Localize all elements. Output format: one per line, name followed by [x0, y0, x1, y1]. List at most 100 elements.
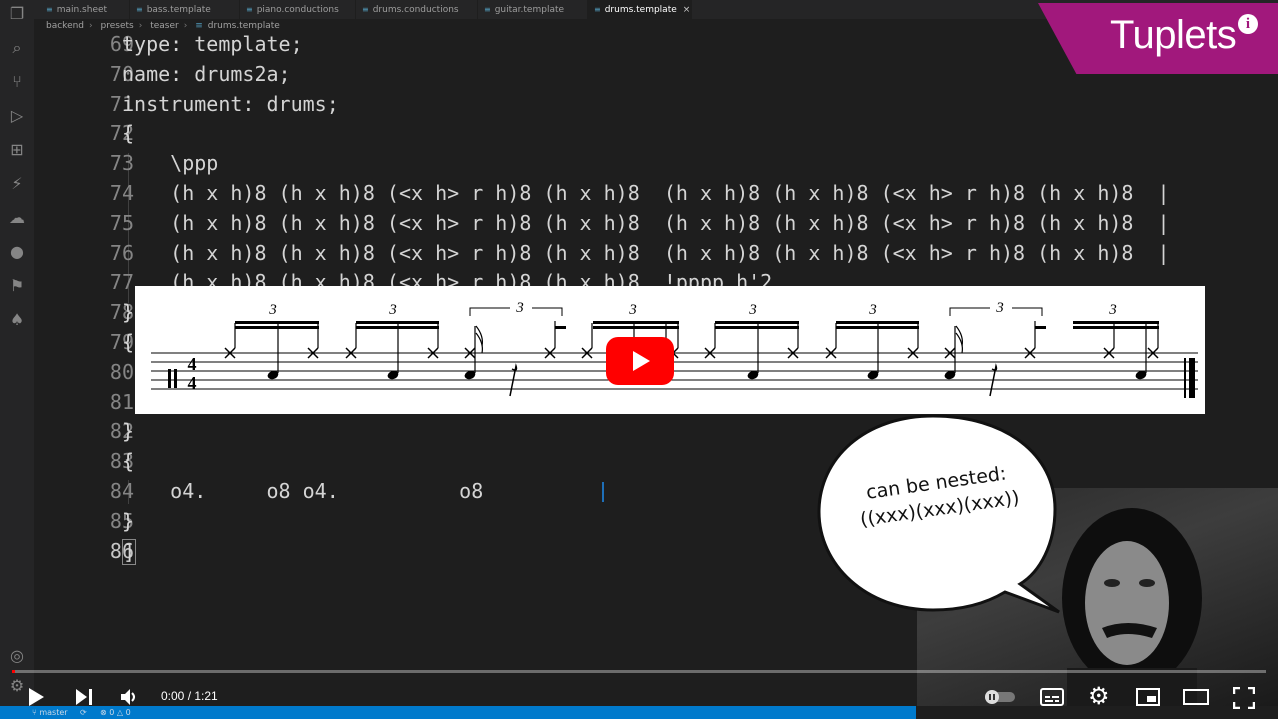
- warning-count: 0: [125, 708, 131, 717]
- code-line[interactable]: {: [122, 121, 134, 145]
- docker-icon[interactable]: ☁: [7, 208, 27, 228]
- file-icon: ≡: [362, 5, 369, 14]
- run-debug-icon[interactable]: ▷: [7, 106, 27, 126]
- play-video-button[interactable]: [606, 337, 674, 385]
- beam: [593, 321, 679, 324]
- code-line[interactable]: (h x h)8 (h x h)8 (<x h> r h)8 (h x h)8 …: [122, 181, 1169, 205]
- volume-icon[interactable]: [119, 687, 139, 707]
- error-count: 0: [109, 708, 115, 717]
- leaf-icon[interactable]: ♠: [7, 310, 27, 330]
- percussion-clef: [168, 369, 171, 388]
- beam: [593, 326, 679, 329]
- tab-label: guitar.template: [494, 5, 565, 15]
- breadcrumb-item[interactable]: drums.template: [208, 21, 280, 31]
- fullscreen-icon[interactable]: [1233, 687, 1255, 709]
- github-icon[interactable]: ●: [7, 242, 27, 262]
- branch-label[interactable]: ⑂ master: [32, 706, 68, 719]
- search-icon[interactable]: ⌕: [7, 38, 27, 58]
- code-line[interactable]: name: drums2a;: [122, 62, 291, 86]
- code-line[interactable]: }: [122, 300, 134, 324]
- tab-label: drums.template: [604, 5, 677, 15]
- beam: [1073, 321, 1159, 324]
- beam: [555, 326, 566, 329]
- breadcrumb-item[interactable]: backend: [46, 21, 84, 31]
- beam: [836, 326, 919, 329]
- beam: [1073, 326, 1159, 329]
- triplet-number: 3: [268, 302, 277, 318]
- lightning-icon[interactable]: ⚡: [7, 174, 27, 194]
- code-line[interactable]: }: [122, 509, 134, 533]
- video-progress-bar[interactable]: [12, 670, 1266, 673]
- next-button[interactable]: [74, 687, 94, 707]
- beam: [235, 326, 319, 329]
- tab-drums-conductions[interactable]: ≡ drums.conductions: [356, 0, 478, 19]
- theater-mode-icon[interactable]: [1183, 687, 1209, 707]
- tab-label: drums.conductions: [372, 5, 459, 15]
- close-icon[interactable]: ×: [683, 5, 691, 15]
- miniplayer-icon[interactable]: [1136, 687, 1160, 707]
- account-icon[interactable]: ◎: [7, 646, 27, 666]
- tab-drums-template[interactable]: ≡ drums.template ×: [588, 0, 692, 19]
- tab-bass-template[interactable]: ≡ bass.template: [130, 0, 240, 19]
- text-cursor: [602, 482, 604, 502]
- tab-main-sheet[interactable]: ≡ main.sheet: [40, 0, 130, 19]
- settings-icon[interactable]: ⚙: [1088, 682, 1110, 710]
- code-line[interactable]: ]: [122, 538, 137, 565]
- code-line[interactable]: instrument: drums;: [122, 92, 339, 116]
- triplet-number: 3: [1108, 302, 1117, 318]
- file-icon: ≡: [246, 5, 253, 14]
- code-line[interactable]: {: [122, 449, 134, 473]
- tab-guitar-template[interactable]: ≡ guitar.template: [478, 0, 588, 19]
- triplet-number: 3: [748, 302, 757, 318]
- tab-piano-conductions[interactable]: ≡ piano.conductions: [240, 0, 356, 19]
- code-line[interactable]: o4. o8 o4. o8: [122, 479, 483, 503]
- file-icon: ≡: [594, 5, 601, 14]
- line-number: 81: [109, 389, 134, 414]
- code-line[interactable]: (h x h)8 (h x h)8 (<x h> r h)8 (h x h)8 …: [122, 241, 1169, 265]
- code-line[interactable]: {: [122, 330, 134, 354]
- tab-label: bass.template: [146, 5, 211, 15]
- code-line[interactable]: }: [122, 419, 134, 443]
- banner-title: Tuplets: [1110, 13, 1237, 57]
- code-line[interactable]: type: template;: [122, 32, 303, 56]
- breadcrumb-item[interactable]: presets: [101, 21, 134, 31]
- triplet-number: 3: [628, 302, 637, 318]
- code-line[interactable]: \ppp: [122, 151, 218, 175]
- tab-label: main.sheet: [56, 5, 108, 15]
- extensions-icon[interactable]: ⊞: [7, 140, 27, 160]
- activity-bar: ❐ ⌕ ⑂ ▷ ⊞ ⚡ ☁ ● ⚑ ♠ ◎ ⚙: [0, 0, 34, 706]
- time-display: 0:00 / 1:21: [161, 689, 218, 703]
- autoplay-toggle[interactable]: [983, 689, 1017, 705]
- play-button[interactable]: [26, 687, 46, 707]
- progress-fill: [12, 670, 15, 673]
- beam: [715, 321, 799, 324]
- subtitles-icon[interactable]: [1040, 687, 1064, 707]
- explorer-icon[interactable]: ❐: [7, 4, 27, 24]
- branch-name: master: [39, 708, 68, 717]
- problems-indicator[interactable]: ⊗ 0 △ 0: [100, 706, 131, 719]
- tab-label: piano.conductions: [256, 5, 339, 15]
- time-signature-top: 4: [188, 354, 197, 374]
- sync-icon[interactable]: ⟳: [80, 706, 87, 719]
- bookmark-icon[interactable]: ⚑: [7, 276, 27, 296]
- file-icon: ≡: [195, 21, 203, 31]
- final-barline: [1189, 358, 1195, 398]
- file-icon: ≡: [484, 5, 491, 14]
- beam: [356, 326, 439, 329]
- time-signature-bottom: 4: [188, 373, 197, 393]
- info-icon[interactable]: i: [1238, 14, 1258, 34]
- beam: [1035, 326, 1046, 329]
- play-icon: [633, 351, 650, 371]
- beam: [836, 321, 919, 324]
- breadcrumb-item[interactable]: teaser: [150, 21, 179, 31]
- triplet-number: 3: [995, 300, 1004, 316]
- topic-banner: Tuplets i: [1038, 3, 1278, 74]
- breadcrumb: backend › presets › teaser › ≡ drums.templat…: [46, 21, 280, 31]
- file-icon: ≡: [46, 5, 53, 14]
- status-bar: ⑂ master ⟳ ⊗ 0 △ 0: [0, 706, 916, 719]
- source-control-icon[interactable]: ⑂: [7, 72, 27, 92]
- code-line[interactable]: (h x h)8 (h x h)8 (<x h> r h)8 (h x h)8 …: [122, 211, 1169, 235]
- beam: [235, 321, 319, 324]
- triplet-number: 3: [868, 302, 877, 318]
- line-number: 80: [109, 359, 134, 384]
